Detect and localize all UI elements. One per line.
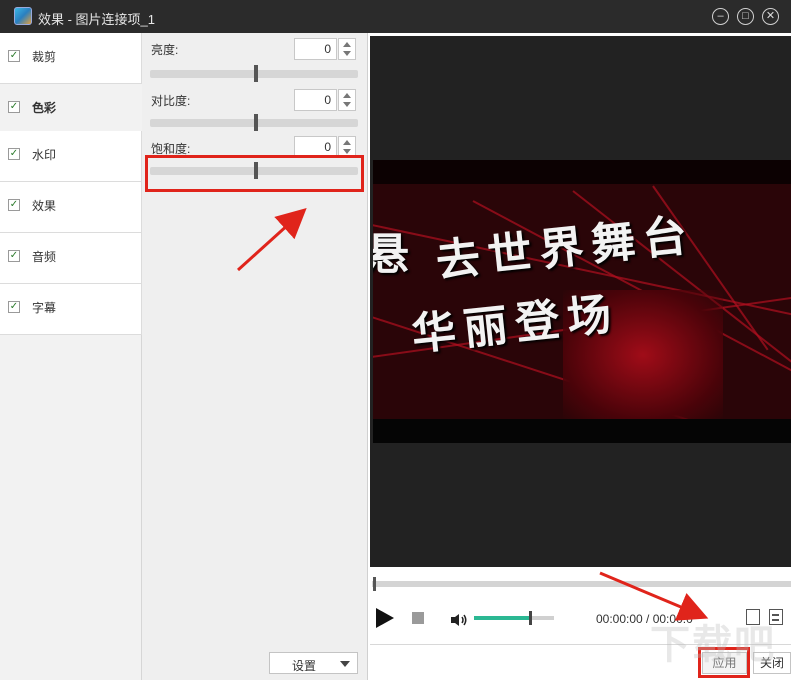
caption-edge-char: 悬 — [373, 229, 417, 280]
caption-line-1: 去世界舞台 — [433, 209, 698, 288]
volume-thumb[interactable] — [529, 611, 532, 625]
sidebar-item-label: 水印 — [32, 148, 57, 162]
maximize-button[interactable]: □ — [737, 8, 754, 25]
site-watermark: 下载吧 — [650, 622, 776, 668]
stop-icon[interactable] — [412, 612, 424, 624]
brightness-slider[interactable] — [150, 65, 358, 82]
contrast-label: 对比度: — [151, 94, 191, 108]
seek-thumb[interactable] — [373, 577, 376, 591]
contrast-stepper[interactable] — [338, 89, 356, 111]
volume-icon[interactable] — [450, 613, 468, 627]
contrast-slider[interactable] — [150, 114, 358, 131]
sidebar-item-watermark[interactable]: ✓ 水印 — [0, 131, 142, 182]
settings-button-label: 设置 — [292, 659, 317, 673]
effect-checkbox[interactable]: ✓ — [8, 199, 20, 211]
brightness-stepper[interactable] — [338, 38, 356, 60]
brightness-slider-thumb[interactable] — [254, 65, 258, 82]
crop-checkbox[interactable]: ✓ — [8, 50, 20, 62]
chevron-down-icon — [340, 661, 350, 667]
color-checkbox[interactable]: ✓ — [8, 101, 20, 113]
contrast-input[interactable]: 0 — [294, 89, 337, 111]
video-preview: 悬 去世界舞台 华丽登场 — [370, 36, 791, 567]
audio-checkbox[interactable]: ✓ — [8, 250, 20, 262]
brightness-label: 亮度: — [151, 43, 179, 57]
sidebar-item-subtitle[interactable]: ✓ 字幕 — [0, 284, 142, 335]
close-window-button[interactable]: ✕ — [762, 8, 779, 25]
sidebar-item-audio[interactable]: ✓ 音频 — [0, 233, 142, 284]
sidebar-item-crop[interactable]: ✓ 裁剪 — [0, 33, 142, 84]
watermark-checkbox[interactable]: ✓ — [8, 148, 20, 160]
contrast-slider-thumb[interactable] — [254, 114, 258, 131]
sidebar-item-label: 裁剪 — [32, 50, 57, 64]
play-icon[interactable] — [376, 608, 394, 628]
app-icon — [14, 7, 32, 25]
volume-slider[interactable] — [474, 611, 554, 625]
volume-fill — [474, 616, 530, 620]
video-frame: 悬 去世界舞台 华丽登场 — [373, 160, 791, 443]
sidebar-item-label: 色彩 — [32, 101, 57, 115]
brightness-input[interactable]: 0 — [294, 38, 337, 60]
window-title: 效果 - 图片连接项_1 — [38, 12, 156, 27]
sidebar-item-label: 字幕 — [32, 301, 57, 315]
color-settings-panel: 亮度: 0 对比度: 0 饱和度: 0 设置 — [142, 33, 368, 680]
subtitle-checkbox[interactable]: ✓ — [8, 301, 20, 313]
sidebar-item-label: 效果 — [32, 199, 57, 213]
sidebar-item-label: 音频 — [32, 250, 57, 264]
saturation-highlight-box — [145, 155, 364, 192]
seek-bar[interactable] — [372, 577, 791, 591]
sidebar-item-effect[interactable]: ✓ 效果 — [0, 182, 142, 233]
effect-sidebar: ✓ 裁剪 ✓ 色彩 ✓ 水印 ✓ 效果 ✓ 音频 ✓ 字幕 — [0, 33, 142, 680]
settings-dropdown-button[interactable]: 设置 — [269, 652, 358, 674]
title-bar: 效果 - 图片连接项_1 – □ ✕ — [0, 0, 791, 33]
letterbox-top — [373, 160, 791, 184]
minimize-button[interactable]: – — [712, 8, 729, 25]
sidebar-item-color[interactable]: ✓ 色彩 — [0, 84, 142, 135]
letterbox-bottom — [373, 419, 791, 443]
